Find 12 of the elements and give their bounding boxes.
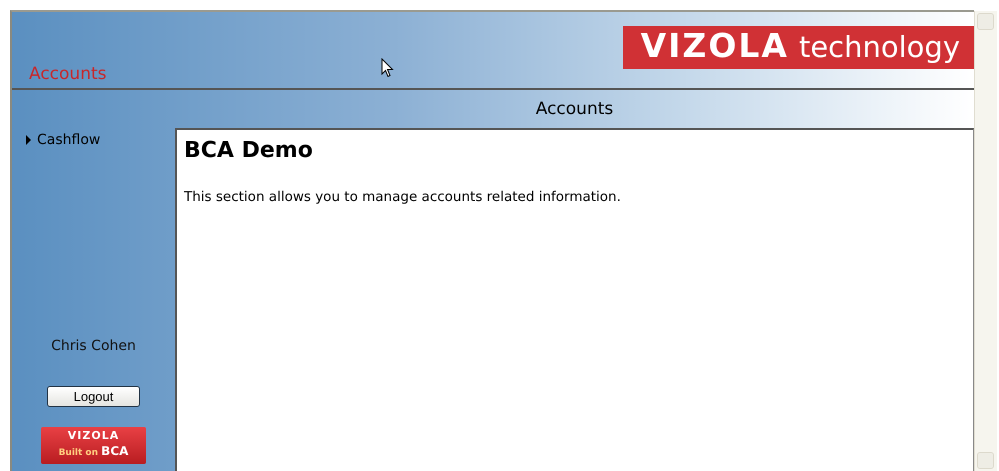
- description-text: This section allows you to manage accounts related information.: [184, 189, 622, 205]
- page-heading: Accounts: [534, 98, 614, 121]
- section-title: Accounts: [29, 64, 106, 84]
- company-logo: VIZOLA technology: [622, 26, 974, 69]
- sidebar-link[interactable]: Cashflow: [26, 132, 100, 148]
- built-on-badge: VIZOLA Built on BCA: [41, 427, 146, 464]
- mouse-pointer-icon: [381, 58, 394, 78]
- user-name: Chris Cohen: [51, 338, 136, 354]
- logout-button[interactable]: Logout: [47, 386, 140, 407]
- triangle-icon: [26, 135, 31, 145]
- scrollbar[interactable]: [974, 11, 997, 471]
- content-title: BCA Demo: [184, 138, 314, 163]
